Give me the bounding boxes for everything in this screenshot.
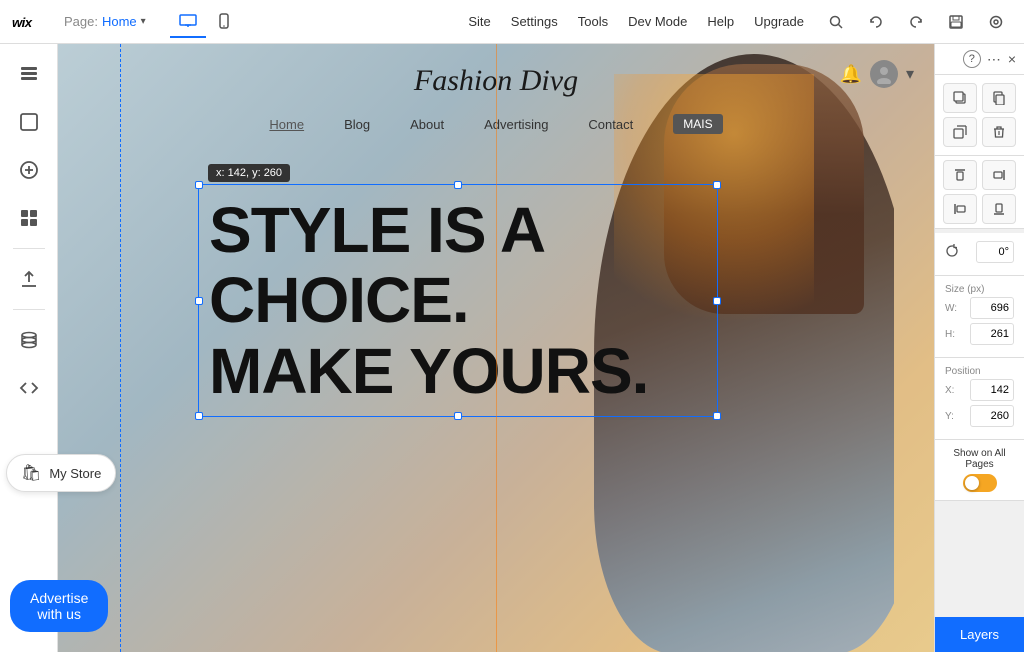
nav-home[interactable]: Home xyxy=(269,117,304,132)
coordinate-tooltip: x: 142, y: 260 xyxy=(208,164,290,182)
wix-logo: wix xyxy=(12,12,48,32)
chevron-down-icon: ▾ xyxy=(141,16,146,27)
show-on-all-pages-section: Show on All Pages xyxy=(935,440,1024,501)
advertise-button[interactable]: Advertise with us xyxy=(10,580,108,632)
main-area: 🛍 My Store Advertise with us xyxy=(0,44,1024,652)
selection-handle-br xyxy=(713,412,721,420)
sidebar-code-button[interactable] xyxy=(7,366,51,410)
panel-header: ? ⋯ × xyxy=(935,44,1024,75)
center-guide-line xyxy=(496,44,497,652)
panel-action-icons xyxy=(935,75,1024,156)
top-toolbar: wix Page: Home ▾ Site Settings Tools Dev… xyxy=(0,0,1024,44)
selection-handle-tl xyxy=(195,181,203,189)
sidebar-database-button[interactable] xyxy=(7,318,51,362)
nav-about[interactable]: About xyxy=(410,117,444,132)
sidebar-add-button[interactable] xyxy=(7,148,51,192)
page-name: Home xyxy=(102,14,137,29)
nav-mais[interactable]: MAIS xyxy=(673,114,722,134)
selection-handle-bl xyxy=(195,412,203,420)
width-input[interactable] xyxy=(970,297,1014,319)
notification-bell-icon: 🔔 xyxy=(840,64,862,85)
show-all-pages-label: Show on All Pages xyxy=(945,448,1014,470)
save-button[interactable] xyxy=(940,6,972,38)
selection-handle-ml xyxy=(195,297,203,305)
align-left-button[interactable] xyxy=(943,194,977,224)
sidebar-sections-button[interactable] xyxy=(7,52,51,96)
arrow-icon: ▾ xyxy=(906,64,914,84)
selection-handle-tm xyxy=(454,181,462,189)
width-label: W: xyxy=(945,303,957,314)
vertical-guide-line xyxy=(120,44,121,652)
align-top-button[interactable] xyxy=(943,160,977,190)
toolbar-nav: Site Settings Tools Dev Mode Help Upgrad… xyxy=(468,14,804,29)
size-section: Size (px) W: H: xyxy=(935,276,1024,358)
selection-handle-mr xyxy=(713,297,721,305)
align-bottom-button[interactable] xyxy=(982,194,1016,224)
y-input[interactable] xyxy=(970,405,1014,427)
undo-button[interactable] xyxy=(860,6,892,38)
selection-handle-bm xyxy=(454,412,462,420)
rotate-section xyxy=(935,233,1024,276)
devmode-menu-item[interactable]: Dev Mode xyxy=(628,14,687,29)
user-avatar[interactable] xyxy=(870,60,898,88)
delete-button[interactable] xyxy=(982,117,1016,147)
page-label: Page: xyxy=(64,14,98,29)
page-selector[interactable]: Page: Home ▾ xyxy=(64,14,146,29)
sidebar-divider-2 xyxy=(13,309,45,310)
duplicate-button[interactable] xyxy=(943,117,977,147)
layers-button[interactable]: Layers xyxy=(935,617,1024,652)
x-label: X: xyxy=(945,385,954,396)
canvas-area[interactable]: Fashion Divg 🔔 ▾ Home Blog About Adverti… xyxy=(58,44,934,652)
rotate-icon xyxy=(945,244,959,261)
right-panel: ? ⋯ × xyxy=(934,44,1024,652)
nav-blog[interactable]: Blog xyxy=(344,117,370,132)
toolbar-icons xyxy=(820,6,1012,38)
upgrade-menu-item[interactable]: Upgrade xyxy=(754,14,804,29)
nav-advertising[interactable]: Advertising xyxy=(484,117,548,132)
mobile-view-button[interactable] xyxy=(206,6,242,38)
tools-menu-item[interactable]: Tools xyxy=(578,14,608,29)
search-button[interactable] xyxy=(820,6,852,38)
left-sidebar: 🛍 My Store Advertise with us xyxy=(0,44,58,652)
advertise-label: Advertise with us xyxy=(30,590,88,622)
selection-handle-tr xyxy=(713,181,721,189)
preview-button[interactable] xyxy=(980,6,1012,38)
my-store-icon: 🛍 xyxy=(21,463,41,483)
position-label: Position xyxy=(945,366,1014,377)
copy-button[interactable] xyxy=(943,83,977,113)
toggle-knob xyxy=(965,476,979,490)
dots-menu-button[interactable]: ⋯ xyxy=(987,51,1002,68)
sidebar-divider xyxy=(13,248,45,249)
website-preview: Fashion Divg 🔔 ▾ Home Blog About Adverti… xyxy=(58,44,934,652)
y-label: Y: xyxy=(945,411,954,422)
my-store-button[interactable]: 🛍 My Store xyxy=(6,454,116,492)
size-label: Size (px) xyxy=(945,284,1014,295)
help-button[interactable]: ? xyxy=(963,50,981,68)
show-all-pages-toggle[interactable] xyxy=(963,474,997,492)
sidebar-apps-button[interactable] xyxy=(7,196,51,240)
position-section: Position X: Y: xyxy=(935,358,1024,440)
my-store-label: My Store xyxy=(49,466,101,481)
hero-text-element[interactable]: STYLE IS ACHOICE.MAKE YOURS. xyxy=(198,184,718,417)
nav-contact[interactable]: Contact xyxy=(588,117,633,132)
x-input[interactable] xyxy=(970,379,1014,401)
redo-button[interactable] xyxy=(900,6,932,38)
svg-text:wix: wix xyxy=(12,14,33,29)
height-input[interactable] xyxy=(970,323,1014,345)
header-icons: 🔔 ▾ xyxy=(840,60,914,88)
paste-style-button[interactable] xyxy=(982,83,1016,113)
hero-headline: STYLE IS ACHOICE.MAKE YOURS. xyxy=(209,195,707,406)
site-menu-item[interactable]: Site xyxy=(468,14,490,29)
sidebar-elements-button[interactable] xyxy=(7,100,51,144)
sidebar-upload-button[interactable] xyxy=(7,257,51,301)
align-right-button[interactable] xyxy=(982,160,1016,190)
panel-align-icons xyxy=(935,156,1024,229)
help-menu-item[interactable]: Help xyxy=(707,14,734,29)
settings-menu-item[interactable]: Settings xyxy=(511,14,558,29)
desktop-view-button[interactable] xyxy=(170,6,206,38)
device-switcher xyxy=(170,6,242,38)
close-panel-button[interactable]: × xyxy=(1008,51,1016,67)
rotation-input[interactable] xyxy=(976,241,1014,263)
height-label: H: xyxy=(945,329,955,340)
